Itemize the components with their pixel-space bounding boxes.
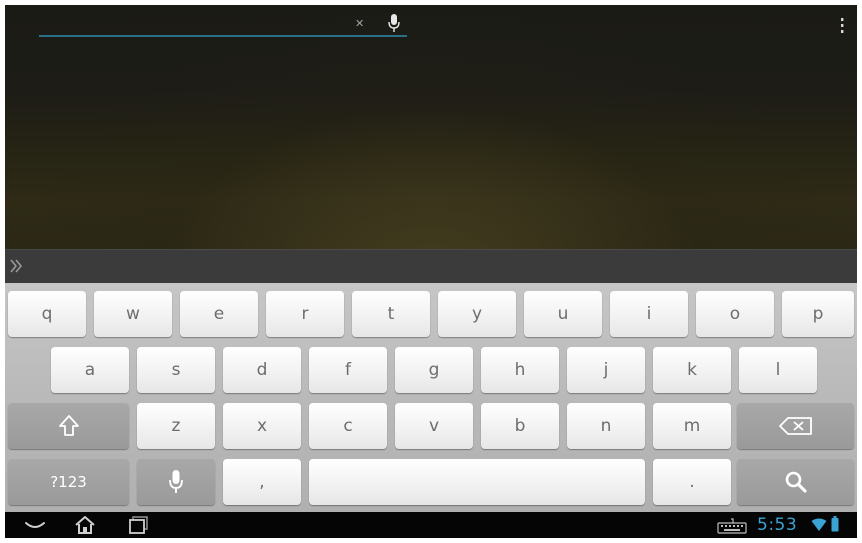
key-period[interactable]: . [653,459,731,505]
search-input[interactable] [39,13,367,35]
home-icon[interactable] [73,515,97,535]
key-n[interactable]: n [567,403,645,449]
key-k[interactable]: k [653,347,731,393]
key-d[interactable]: d [223,347,301,393]
key-m[interactable]: m [653,403,731,449]
shift-icon [58,415,79,436]
key-p[interactable]: p [782,291,854,337]
key-v[interactable]: v [395,403,473,449]
backspace-key[interactable] [737,403,854,449]
wallpaper: ✕ [5,5,857,249]
recent-apps-icon[interactable] [127,515,151,535]
key-t[interactable]: t [352,291,430,337]
search-key-icon [785,471,807,493]
suggestion-strip [5,249,857,284]
voice-search-mic-icon[interactable] [387,14,401,34]
suggestion-expand-icon[interactable] [9,257,25,275]
key-z[interactable]: z [137,403,215,449]
status-clock: 5:53 [757,515,798,535]
keyboard-mic-icon [169,470,183,493]
search-key[interactable] [737,459,854,505]
key-f[interactable]: f [309,347,387,393]
search-bar: ✕ [39,13,407,37]
key-j[interactable]: j [567,347,645,393]
symbols-key[interactable]: ?123 [8,459,129,505]
key-r[interactable]: r [266,291,344,337]
key-o[interactable]: o [696,291,774,337]
overflow-menu-icon[interactable] [839,17,845,35]
key-c[interactable]: c [309,403,387,449]
key-w[interactable]: w [94,291,172,337]
key-comma[interactable]: , [223,459,301,505]
key-i[interactable]: i [610,291,688,337]
tablet-screen: ✕ q w e r t y u i o p a s d f g h j k l … [5,5,857,538]
soft-keyboard: q w e r t y u i o p a s d f g h j k l z … [5,283,857,512]
system-bar: 5:53 [5,512,857,538]
backspace-icon [778,417,812,435]
key-u[interactable]: u [524,291,602,337]
key-g[interactable]: g [395,347,473,393]
key-s[interactable]: s [137,347,215,393]
key-a[interactable]: a [51,347,129,393]
back-icon[interactable] [23,515,47,535]
search-clear-icon[interactable]: ✕ [355,16,364,32]
key-q[interactable]: q [8,291,86,337]
shift-key[interactable] [8,403,129,449]
key-x[interactable]: x [223,403,301,449]
space-key[interactable] [309,459,645,505]
wifi-icon [811,518,827,531]
key-h[interactable]: h [481,347,559,393]
battery-icon [831,516,839,532]
key-l[interactable]: l [739,347,817,393]
keyboard-status-icon [717,518,747,534]
key-e[interactable]: e [180,291,258,337]
search-underline [39,35,407,37]
voice-input-key[interactable] [137,459,215,505]
key-b[interactable]: b [481,403,559,449]
key-y[interactable]: y [438,291,516,337]
